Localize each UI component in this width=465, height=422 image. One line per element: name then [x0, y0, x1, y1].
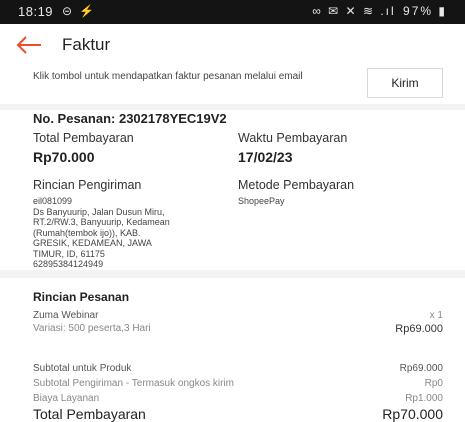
order-details-title: Rincian Pesanan: [33, 290, 130, 304]
shipping-details-label: Rincian Pengiriman: [33, 178, 142, 192]
shipping-subtotal-label: Subtotal Pengiriman - Termasuk ongkos ki…: [33, 378, 235, 389]
notification-icons: ⊝ ⚡: [62, 4, 97, 18]
address-line: Ds Banyuurip, Jalan Dusun Miru,: [33, 206, 165, 217]
address-line: TIMUR, ID, 61175: [33, 248, 105, 259]
address-line: GRESIK, KEDAMEAN, JAWA: [33, 238, 152, 248]
variant-row: Variasi: 500 peserta,3 Hari Rp69.000: [33, 323, 443, 335]
total-payment-label: Total Pembayaran: [33, 131, 134, 145]
product-row: Zuma Webinar x 1: [33, 310, 443, 321]
battery-icon: ▮: [438, 4, 447, 18]
grand-total-row: Total Pembayaran Rp70.000: [33, 406, 443, 422]
address-line: eil081099: [33, 196, 73, 206]
page-title: Faktur: [62, 35, 111, 54]
service-fee-value: Rp1.000: [405, 393, 443, 404]
grand-total-label: Total Pembayaran: [33, 406, 146, 422]
shipping-subtotal-row: Subtotal Pengiriman - Termasuk ongkos ki…: [33, 378, 443, 389]
status-bar: 18:19 ⊝ ⚡ ∞ ✉ ✕ ≋ .ıl 97% ▮: [0, 0, 465, 24]
send-invoice-button[interactable]: Kirim: [367, 68, 443, 98]
shipping-subtotal-value: Rp0: [424, 378, 443, 389]
total-payment-value: Rp70.000: [33, 149, 95, 165]
payment-time-value: 17/02/23: [238, 149, 293, 165]
service-fee-row: Biaya Layanan Rp1.000: [33, 393, 443, 404]
grand-total-value: Rp70.000: [382, 406, 443, 422]
status-time: 18:19: [18, 4, 54, 19]
address-line: 62895384124949: [33, 259, 104, 269]
back-button[interactable]: [14, 33, 44, 57]
product-variant: Variasi: 500 peserta,3 Hari: [33, 323, 151, 334]
divider: [0, 104, 465, 110]
subtotal-label: Subtotal untuk Produk: [33, 363, 132, 374]
subtotal-row: Subtotal untuk Produk Rp69.000: [33, 363, 443, 374]
divider: [0, 270, 465, 278]
signal-icons: ∞ ✉ ✕ ≋ .ıl: [312, 4, 396, 18]
product-price: Rp69.000: [395, 323, 443, 335]
email-invoice-row: Klik tombol untuk mendapatkan faktur pes…: [0, 60, 465, 104]
address-line: (Rumah(tembok ijo)), KAB.: [33, 227, 141, 238]
address-line: RT.2/RW.3, Banyuurip, Kedamean: [33, 217, 170, 227]
subtotal-value: Rp69.000: [399, 363, 443, 374]
payment-time-label: Waktu Pembayaran: [238, 131, 348, 145]
service-fee-label: Biaya Layanan: [33, 393, 100, 404]
shipping-address: eil081099 Ds Banyuurip, Jalan Dusun Miru…: [33, 196, 170, 270]
payment-method-value: ShopeePay: [238, 196, 285, 206]
product-name: Zuma Webinar: [33, 310, 99, 321]
system-icons: ∞ ✉ ✕ ≋ .ıl 97% ▮: [312, 4, 447, 18]
order-number: No. Pesanan: 2302178YEC19V2: [33, 111, 227, 126]
payment-method-label: Metode Pembayaran: [238, 178, 355, 192]
email-invoice-text: Klik tombol untuk mendapatkan faktur pes…: [33, 71, 303, 82]
arrow-left-icon: [16, 36, 41, 54]
battery-percentage: 97%: [403, 4, 434, 18]
product-quantity: x 1: [429, 310, 443, 321]
